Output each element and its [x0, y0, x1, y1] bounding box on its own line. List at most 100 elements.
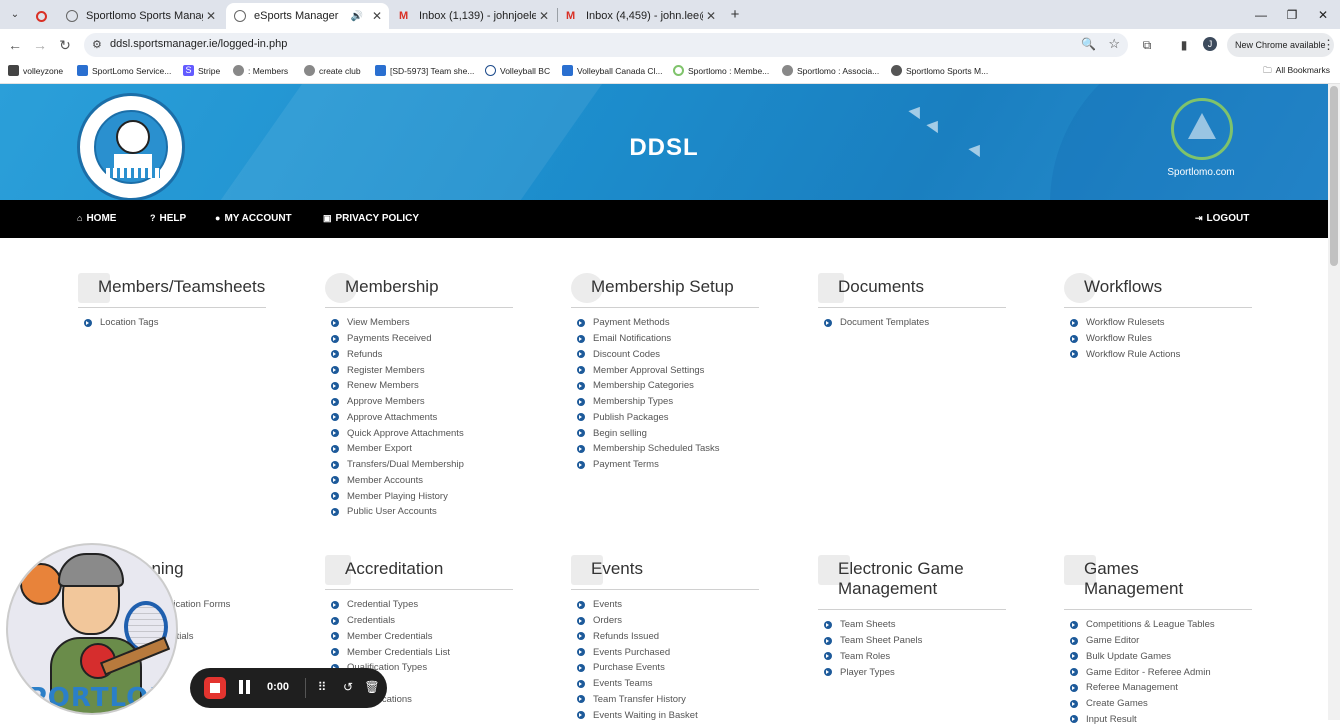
tab-inbox-1[interactable]: M Inbox (1,139) - johnjoelee@gm ✕ [391, 3, 556, 29]
bookmark-item[interactable]: SportLomo Service... [77, 65, 171, 76]
module-link[interactable]: Bulk Update Games [1070, 649, 1215, 665]
module-link[interactable]: Input Result [1070, 712, 1215, 727]
module-link[interactable]: Member Credentials [331, 629, 450, 645]
module-link[interactable]: Workflow Rulesets [1070, 315, 1180, 331]
nav-privacy-policy[interactable]: ▣PRIVACY POLICY [323, 213, 419, 224]
module-link[interactable]: Workflow Rule Actions [1070, 347, 1180, 363]
module-link[interactable]: Payment Methods [577, 315, 720, 331]
module-link[interactable]: Member Accounts [331, 473, 464, 489]
module-link[interactable]: Team Transfer History [577, 692, 698, 708]
module-link[interactable]: Renew Members [331, 378, 464, 394]
tab-close-icon[interactable]: ✕ [703, 9, 719, 23]
module-link[interactable]: Quick Approve Attachments [331, 425, 464, 441]
pause-icon[interactable] [239, 680, 251, 694]
module-link[interactable]: Discount Codes [577, 347, 720, 363]
bookmark-item[interactable]: SStripe [183, 65, 220, 76]
more-menu-icon[interactable]: ⋮ [1322, 37, 1335, 53]
module-link[interactable]: Member Export [331, 441, 464, 457]
tab-close-icon[interactable]: ✕ [203, 9, 219, 23]
tab-inbox-2[interactable]: M Inbox (4,459) - john.lee@sportl ✕ [558, 3, 723, 29]
module-link[interactable]: Document Templates [824, 315, 929, 331]
module-link[interactable]: Transfers/Dual Membership [331, 457, 464, 473]
url-text[interactable]: ddsl.sportsmanager.ie/logged-in.php [110, 38, 287, 50]
module-link[interactable]: Create Games [1070, 696, 1215, 712]
forward-arrow-icon[interactable]: → [30, 35, 50, 55]
module-link[interactable]: Credential Types [331, 597, 450, 613]
tab-pinned-record[interactable] [30, 3, 56, 29]
module-link[interactable]: View Members [331, 315, 464, 331]
profile-avatar[interactable]: J [1203, 37, 1217, 51]
sportlomo-logo-icon[interactable] [1171, 98, 1233, 160]
module-link[interactable]: Team Roles [824, 649, 922, 665]
all-bookmarks-button[interactable]: 🗀All Bookmarks [1263, 65, 1330, 79]
module-link[interactable]: Game Editor - Referee Admin [1070, 664, 1215, 680]
module-link[interactable]: Payments Received [331, 331, 464, 347]
page-scrollbar[interactable] [1328, 84, 1340, 720]
module-link[interactable]: Approve Members [331, 394, 464, 410]
module-link[interactable]: Purchase Events [577, 660, 698, 676]
bookmark-item[interactable]: Sportlomo Sports M... [891, 65, 988, 76]
site-info-icon[interactable]: ⚙ [92, 38, 102, 51]
module-link[interactable]: Events Teams [577, 676, 698, 692]
bookmark-item[interactable]: Sportlomo : Membe... [673, 65, 769, 76]
module-link[interactable]: Game Editor [1070, 633, 1215, 649]
tab-esports-manager[interactable]: eSports Manager 🔊 ✕ [226, 3, 389, 29]
bookmark-item[interactable]: create club [304, 65, 361, 76]
bookmark-item[interactable]: Volleyball BC [485, 65, 550, 76]
nav-help[interactable]: ?HELP [150, 213, 186, 224]
zoom-icon[interactable]: 🔍 [1081, 37, 1096, 51]
module-link[interactable]: Workflow Rules [1070, 331, 1180, 347]
bookmark-item[interactable]: volleyzone [8, 65, 63, 76]
bookmark-item[interactable]: Volleyball Canada Cl... [562, 65, 663, 76]
extensions-icon[interactable]: ⧉ [1139, 37, 1155, 53]
side-panel-icon[interactable]: ▮ [1176, 37, 1192, 53]
module-link[interactable]: Orders [577, 613, 698, 629]
module-link[interactable]: Publish Packages [577, 410, 720, 426]
back-arrow-icon[interactable]: ← [5, 35, 25, 55]
tab-sportlomo[interactable]: Sportlomo Sports Manager ✕ [58, 3, 223, 29]
module-link[interactable]: Events [577, 597, 698, 613]
drag-handle-icon[interactable]: ⠿ [314, 679, 330, 695]
bookmark-item[interactable]: Sportlomo : Associa... [782, 65, 879, 76]
module-link[interactable]: Begin selling [577, 425, 720, 441]
restore-icon[interactable]: ❐ [1282, 5, 1302, 25]
module-link[interactable]: Member Playing History [331, 488, 464, 504]
module-link[interactable]: Public User Accounts [331, 504, 464, 520]
module-link[interactable]: Membership Categories [577, 378, 720, 394]
module-link[interactable]: Member Credentials List [331, 644, 450, 660]
module-link[interactable]: Refunds [331, 347, 464, 363]
module-link[interactable]: Membership Types [577, 394, 720, 410]
module-link[interactable]: Credentials [331, 613, 450, 629]
module-link[interactable]: Team Sheets [824, 617, 922, 633]
bookmark-item[interactable]: [SD-5973] Team she... [375, 65, 474, 76]
tab-search-chevron-icon[interactable]: ⌄ [5, 5, 25, 25]
reload-icon[interactable]: ↻ [55, 35, 75, 55]
module-link[interactable]: Refunds Issued [577, 629, 698, 645]
bookmark-star-icon[interactable]: ☆ [1108, 36, 1120, 52]
nav-logout[interactable]: ⇥LOGOUT [1195, 213, 1249, 224]
module-link[interactable]: Team Sheet Panels [824, 633, 922, 649]
module-link[interactable]: Approve Attachments [331, 410, 464, 426]
minimize-icon[interactable]: — [1251, 5, 1271, 25]
module-link[interactable]: Events Purchased [577, 644, 698, 660]
restart-icon[interactable]: ↺ [340, 679, 356, 695]
new-chrome-available-button[interactable]: New Chrome available [1227, 33, 1334, 57]
module-link[interactable]: Events Waiting in Basket [577, 707, 698, 723]
module-link[interactable]: Email Notifications [577, 331, 720, 347]
stop-recording-button[interactable] [204, 677, 226, 699]
module-link[interactable]: Membership Scheduled Tasks [577, 441, 720, 457]
module-link[interactable]: Register Members [331, 362, 464, 378]
module-link[interactable]: Competitions & League Tables [1070, 617, 1215, 633]
trash-icon[interactable]: 🗑 [364, 679, 380, 695]
tab-close-icon[interactable]: ✕ [536, 9, 552, 23]
address-bar[interactable]: ⚙ ddsl.sportsmanager.ie/logged-in.php 🔍 … [84, 33, 1128, 57]
new-tab-plus-icon[interactable]: + [725, 5, 745, 25]
module-link[interactable]: Referee Management [1070, 680, 1215, 696]
module-link[interactable]: Member Approval Settings [577, 362, 720, 378]
tab-close-icon[interactable]: ✕ [369, 9, 385, 23]
module-link[interactable]: Player Types [824, 664, 922, 680]
module-link[interactable]: Location Tags [84, 315, 158, 331]
speaker-icon[interactable]: 🔊 [351, 11, 363, 22]
scrollbar-thumb[interactable] [1330, 86, 1338, 266]
module-link[interactable]: Payment Terms [577, 457, 720, 473]
